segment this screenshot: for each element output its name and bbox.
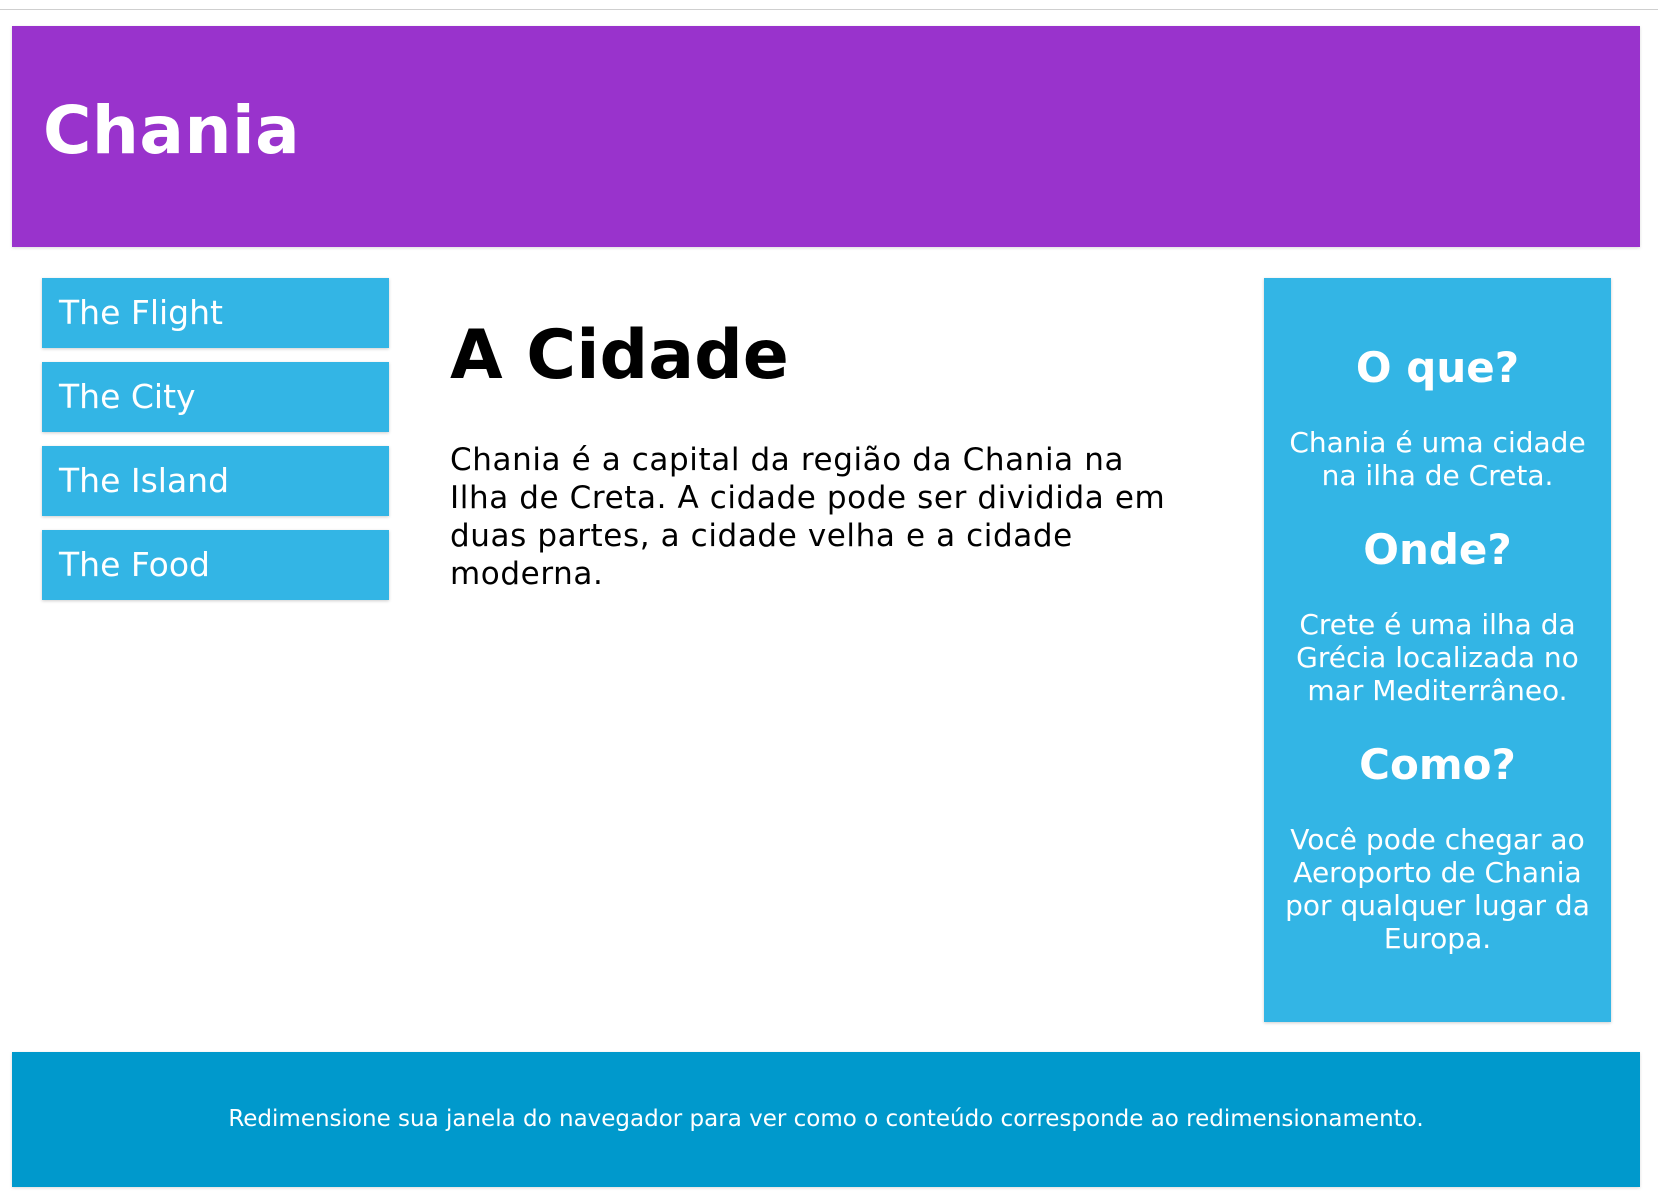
browser-top-edge [0, 0, 1658, 10]
menu-item-food[interactable]: The Food [42, 530, 389, 600]
aside-heading-how: Como? [1359, 740, 1516, 789]
aside-heading-where: Onde? [1363, 525, 1512, 574]
side-menu: The Flight The City The Island The Food [42, 278, 389, 614]
aside-text-where: Crete é uma ilha da Grécia localizada no… [1296, 608, 1579, 707]
menu-item-island[interactable]: The Island [42, 446, 389, 516]
aside-text-what: Chania é uma cidade na ilha de Creta. [1289, 426, 1586, 492]
footer-text: Redimensione sua janela do navegador par… [228, 1106, 1424, 1132]
aside-heading-what: O que? [1355, 343, 1520, 392]
page-footer: Redimensione sua janela do navegador par… [12, 1052, 1640, 1187]
aside-text-how: Você pode chegar ao Aeroporto de Chania … [1285, 823, 1590, 955]
info-aside: O que? Chania é uma cidade na ilha de Cr… [1264, 278, 1611, 1022]
main-content: A Cidade Chania é a capital da região da… [450, 320, 1170, 593]
page-title: Chania [43, 92, 301, 169]
main-paragraph: Chania é a capital da região da Chania n… [450, 442, 1166, 593]
menu-item-flight[interactable]: The Flight [42, 278, 389, 348]
main-heading: A Cidade [450, 316, 789, 395]
menu-item-city[interactable]: The City [42, 362, 389, 432]
page-header: Chania [12, 26, 1640, 247]
